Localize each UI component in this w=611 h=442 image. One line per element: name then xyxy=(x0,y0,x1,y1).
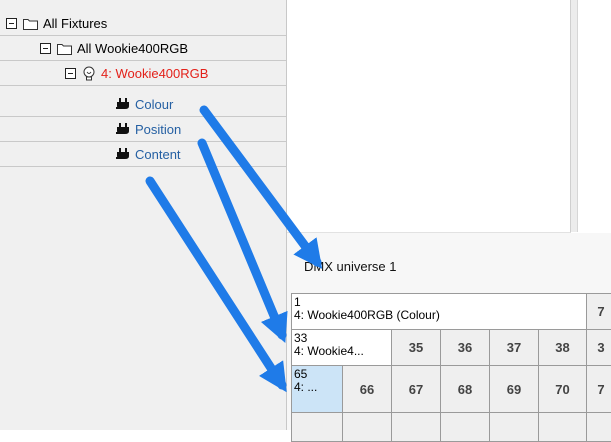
dmx-cell[interactable]: 68 xyxy=(440,365,490,413)
empty-panel xyxy=(287,0,571,233)
dmx-cell[interactable] xyxy=(489,412,539,442)
folder-icon xyxy=(57,43,72,55)
plug-icon xyxy=(116,97,129,109)
dmx-cell[interactable] xyxy=(342,412,392,442)
tree-item-all-fixtures[interactable]: All Fixtures xyxy=(0,12,286,36)
dmx-cell[interactable]: 70 xyxy=(538,365,587,413)
dmx-cell[interactable]: 38 xyxy=(538,329,587,366)
collapse-icon[interactable] xyxy=(65,68,76,79)
dmx-fixture-name: 4: Wookie4... xyxy=(294,344,364,358)
dmx-fixture-name: 4: ... xyxy=(294,380,318,394)
dmx-cell-fixture[interactable]: 33 4: Wookie4... xyxy=(291,329,392,366)
dmx-fixture-name: 4: Wookie400RGB (Colour) xyxy=(294,308,440,322)
tree-item-colour[interactable]: Colour xyxy=(0,93,286,117)
dmx-cell[interactable]: 7 xyxy=(586,293,611,330)
collapse-icon[interactable] xyxy=(40,43,51,54)
dmx-cell[interactable]: 35 xyxy=(391,329,441,366)
dmx-cell-fixture[interactable]: 1 4: Wookie400RGB (Colour) xyxy=(291,293,587,330)
plug-icon xyxy=(116,147,129,159)
tree-item-fixture-4[interactable]: 4: Wookie400RGB xyxy=(0,62,286,86)
dmx-cell[interactable] xyxy=(538,412,587,442)
side-panel xyxy=(577,0,611,232)
dmx-cell[interactable]: 66 xyxy=(342,365,392,413)
dmx-cell[interactable]: 69 xyxy=(489,365,539,413)
dmx-cell[interactable] xyxy=(586,412,611,442)
dmx-cell[interactable]: 7 xyxy=(586,365,611,413)
bulb-icon xyxy=(83,66,95,80)
tree-item-all-wookie[interactable]: All Wookie400RGB xyxy=(0,37,286,61)
dmx-cell[interactable] xyxy=(440,412,490,442)
plug-icon xyxy=(116,122,129,134)
dmx-universe-title: DMX universe 1 xyxy=(304,259,397,274)
collapse-icon[interactable] xyxy=(6,18,17,29)
tree-item-position[interactable]: Position xyxy=(0,118,286,142)
fixture-tree: All Fixtures All Wookie400RGB 4: Wookie4… xyxy=(0,0,287,430)
tree-item-label: Position xyxy=(135,122,182,137)
dmx-cell-fixture-selected[interactable]: 65 4: ... xyxy=(291,365,343,413)
tree-item-label: 4: Wookie400RGB xyxy=(101,66,209,81)
tree-item-label: All Wookie400RGB xyxy=(77,41,189,56)
tree-item-label: All Fixtures xyxy=(43,16,108,31)
dmx-cell[interactable] xyxy=(391,412,441,442)
tree-item-content[interactable]: Content xyxy=(0,143,286,167)
tree-item-label: Content xyxy=(135,147,181,162)
tree-item-label: Colour xyxy=(135,97,174,112)
dmx-cell[interactable]: 3 xyxy=(586,329,611,366)
dmx-cell[interactable]: 67 xyxy=(391,365,441,413)
folder-icon xyxy=(23,18,38,30)
dmx-cell[interactable]: 37 xyxy=(489,329,539,366)
dmx-cell[interactable]: 36 xyxy=(440,329,490,366)
dmx-cell[interactable] xyxy=(291,412,343,442)
